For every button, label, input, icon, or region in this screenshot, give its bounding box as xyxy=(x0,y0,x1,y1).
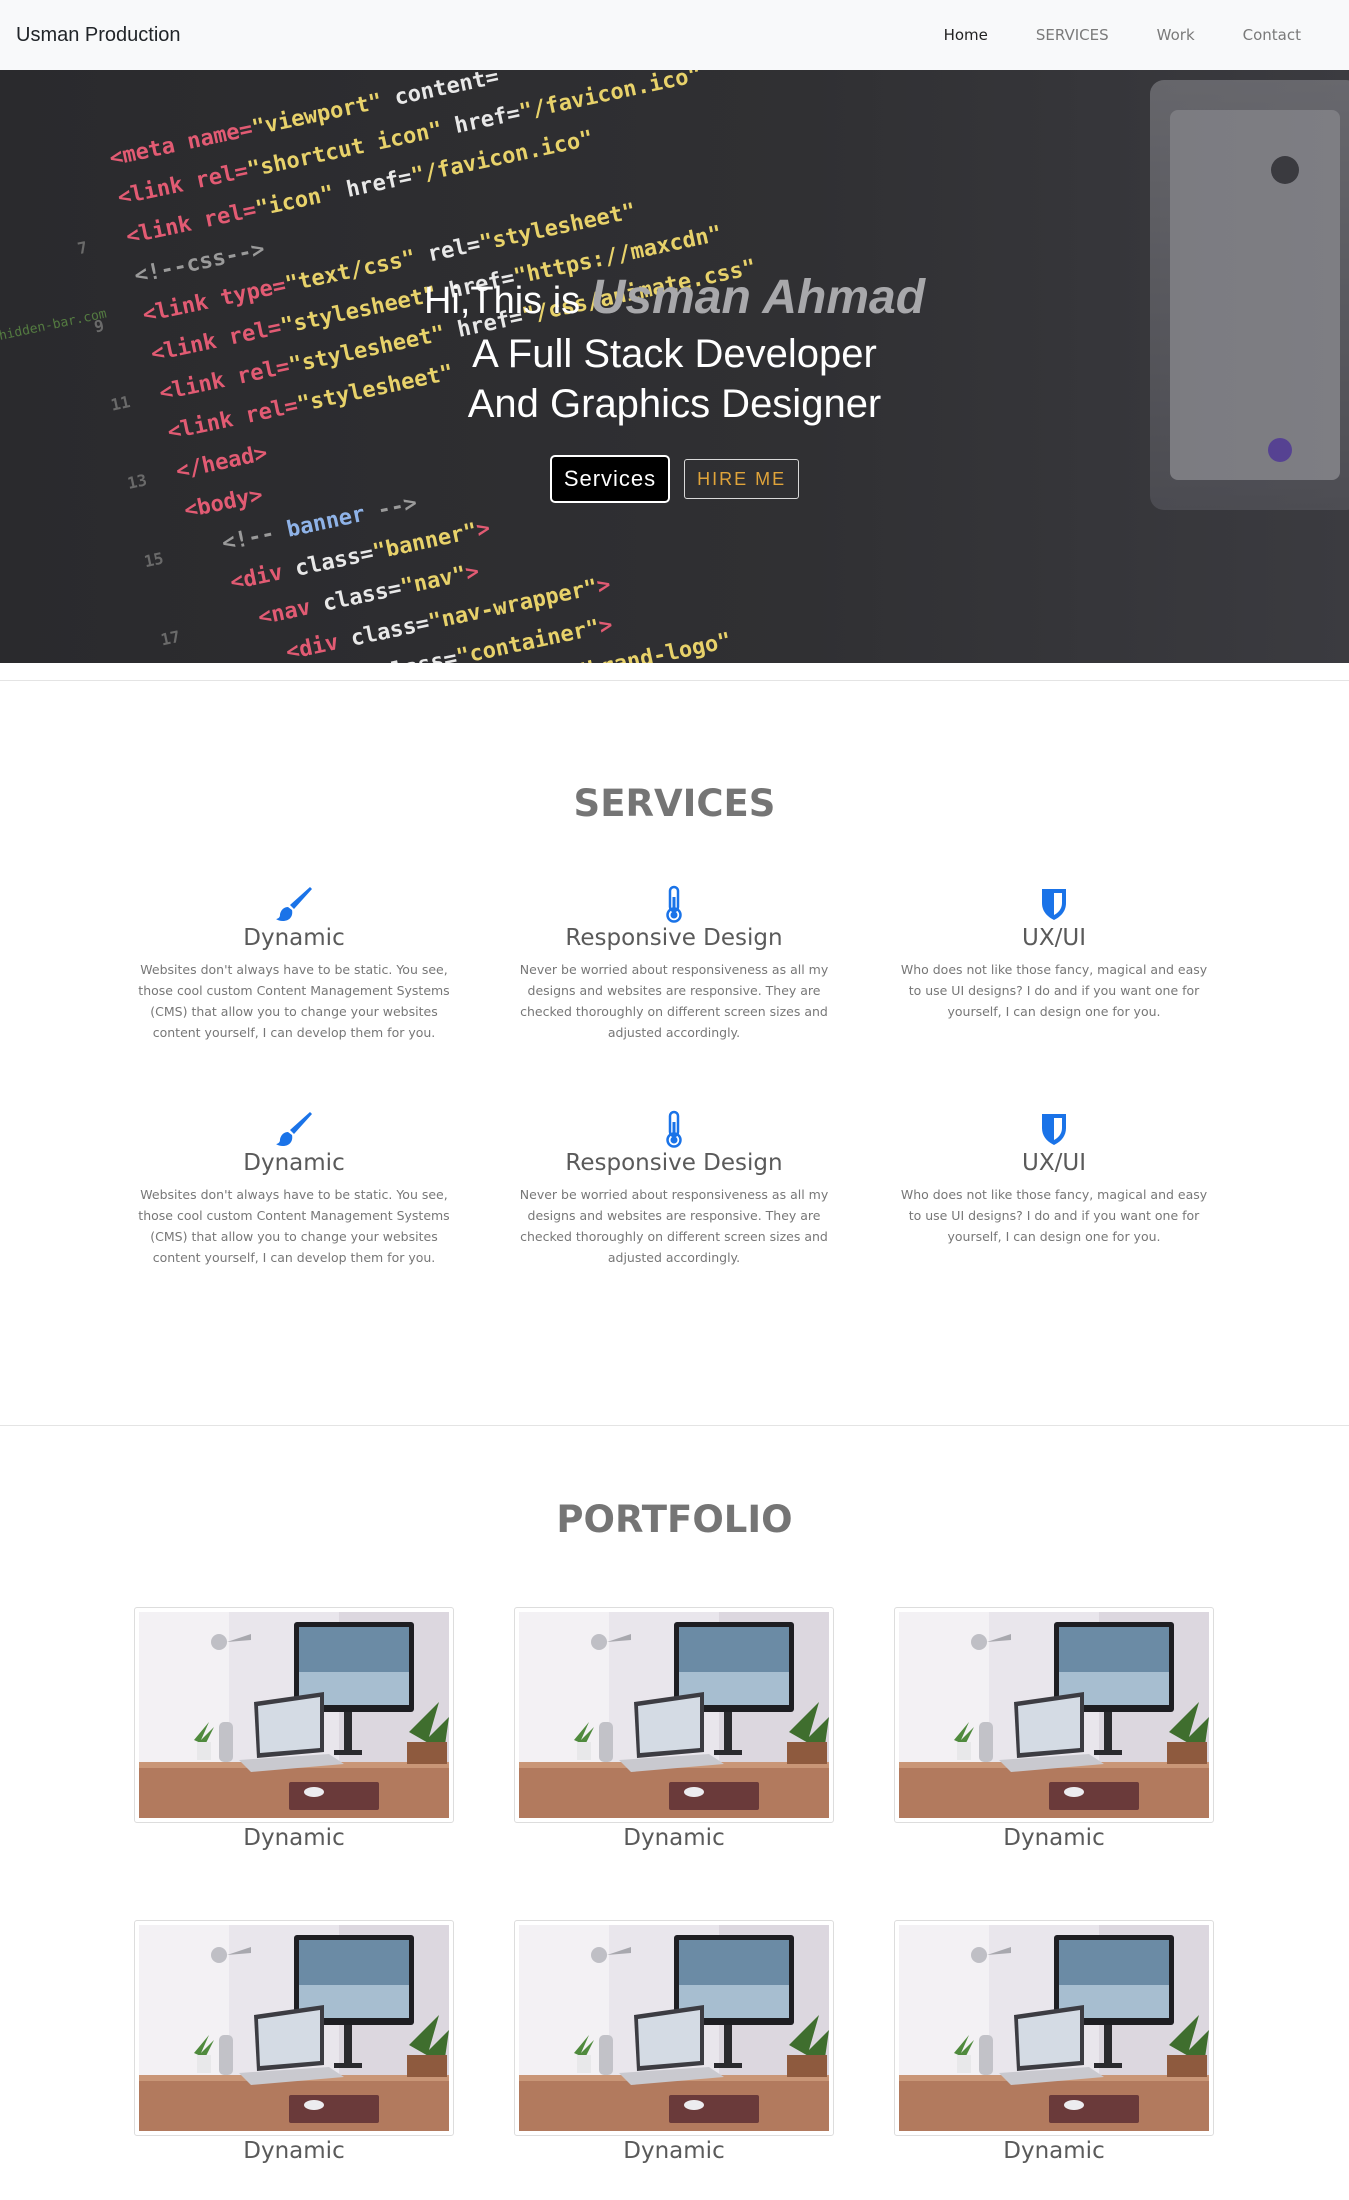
portfolio-image[interactable] xyxy=(134,1607,454,1823)
portfolio-title: Dynamic xyxy=(623,1825,725,1851)
service-title: Dynamic xyxy=(243,925,345,951)
hero-subtitle-1: A Full Stack Developer xyxy=(472,332,877,376)
hero-greeting: Hi,This is Usman Ahmad xyxy=(0,270,1349,329)
service-description: Who does not like those fancy, magical a… xyxy=(900,1187,1208,1244)
service-title: Dynamic xyxy=(243,1150,345,1176)
service-description: Never be worried about responsiveness as… xyxy=(519,1187,829,1265)
thermometer-icon xyxy=(666,885,682,923)
service-title: UX/UI xyxy=(1022,925,1086,951)
service-description: Never be worried about responsiveness as… xyxy=(519,962,829,1040)
service-title: Responsive Design xyxy=(565,1150,783,1176)
service-description: Websites don't always have to be static.… xyxy=(138,962,450,1040)
svg-text:17: 17 xyxy=(159,627,182,650)
portfolio-title: Dynamic xyxy=(243,1825,345,1851)
nav-home[interactable]: Home xyxy=(920,26,1012,44)
divider xyxy=(0,1425,1349,1426)
nav-work[interactable]: Work xyxy=(1133,26,1219,44)
nav-services[interactable]: SERVICES xyxy=(1012,26,1133,44)
services-title: SERVICES xyxy=(573,782,776,825)
nav-contact[interactable]: Contact xyxy=(1219,26,1325,44)
nav-links: Home SERVICES Work Contact xyxy=(920,26,1325,44)
workspace-photo xyxy=(899,1612,1209,1818)
service-card: Dynamic Websites don't always have to be… xyxy=(134,885,454,1043)
workspace-photo xyxy=(139,1925,449,2131)
shield-icon xyxy=(1042,1114,1066,1145)
shield-icon xyxy=(1042,889,1066,920)
paintbrush-icon xyxy=(276,887,312,922)
portfolio-image[interactable] xyxy=(894,1920,1214,2136)
service-card: UX/UI Who does not like those fancy, mag… xyxy=(894,885,1214,1022)
portfolio-title: Dynamic xyxy=(243,2138,345,2164)
service-description: Who does not like those fancy, magical a… xyxy=(900,962,1208,1019)
workspace-photo xyxy=(519,1612,829,1818)
thermometer-icon xyxy=(666,1110,682,1148)
hero-name: Usman Ahmad xyxy=(590,271,926,324)
workspace-photo xyxy=(899,1925,1209,2131)
portfolio-image[interactable] xyxy=(894,1607,1214,1823)
service-description: Websites don't always have to be static.… xyxy=(138,1187,450,1265)
portfolio-title: PORTFOLIO xyxy=(556,1498,793,1541)
portfolio-title: Dynamic xyxy=(623,2138,725,2164)
service-card: Responsive Design Never be worried about… xyxy=(514,1110,834,1268)
brand-logo[interactable]: Usman Production xyxy=(16,24,181,47)
hire-me-button[interactable]: HIRE ME xyxy=(684,459,800,499)
portfolio-card[interactable]: Dynamic xyxy=(894,1607,1214,1851)
paintbrush-icon xyxy=(276,1112,312,1147)
hero-subtitle-2: And Graphics Designer xyxy=(467,382,882,426)
hero-section: <meta name="viewport" content= <link rel… xyxy=(0,70,1349,663)
portfolio-card[interactable]: Dynamic xyxy=(134,1607,454,1851)
service-title: UX/UI xyxy=(1022,1150,1086,1176)
portfolio-card[interactable]: Dynamic xyxy=(514,1920,834,2164)
portfolio-title: Dynamic xyxy=(1003,2138,1105,2164)
workspace-photo xyxy=(139,1612,449,1818)
portfolio-image[interactable] xyxy=(134,1920,454,2136)
service-title: Responsive Design xyxy=(565,925,783,951)
hero-content: Hi,This is Usman Ahmad A Full Stack Deve… xyxy=(0,270,1349,503)
workspace-photo xyxy=(519,1925,829,2131)
hero-buttons: Services HIRE ME xyxy=(0,455,1349,503)
portfolio-card[interactable]: Dynamic xyxy=(514,1607,834,1851)
divider xyxy=(0,680,1349,681)
portfolio-title: Dynamic xyxy=(1003,1825,1105,1851)
service-card: Dynamic Websites don't always have to be… xyxy=(134,1110,454,1268)
services-button[interactable]: Services xyxy=(549,455,671,503)
svg-text:15: 15 xyxy=(142,549,165,572)
portfolio-card[interactable]: Dynamic xyxy=(894,1920,1214,2164)
service-card: UX/UI Who does not like those fancy, mag… xyxy=(894,1110,1214,1247)
portfolio-image[interactable] xyxy=(514,1607,834,1823)
portfolio-image[interactable] xyxy=(514,1920,834,2136)
navbar: Usman Production Home SERVICES Work Cont… xyxy=(0,0,1349,70)
portfolio-card[interactable]: Dynamic xyxy=(134,1920,454,2164)
service-card: Responsive Design Never be worried about… xyxy=(514,885,834,1043)
hero-greeting-text: Hi,This is xyxy=(423,280,591,322)
